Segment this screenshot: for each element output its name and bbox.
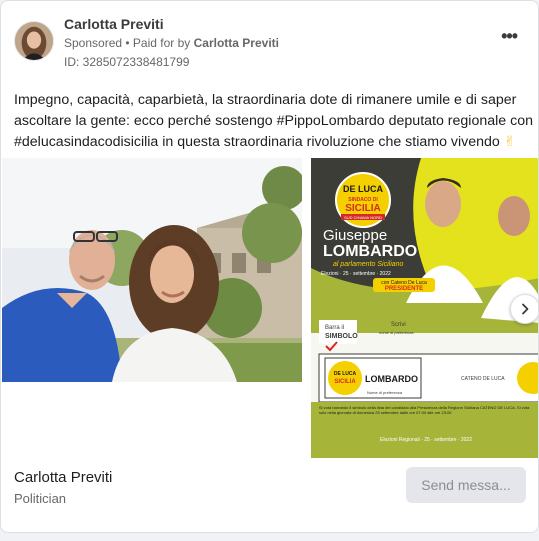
- more-horizontal-icon: •••: [501, 26, 518, 46]
- svg-text:DE LUCA: DE LUCA: [334, 371, 357, 377]
- ad-footer: Carlotta Previti Politician Send messa..…: [14, 467, 526, 517]
- poster-logo-strip: SUD CHIAMA NORD: [344, 215, 382, 220]
- paid-for-prefix: Paid for by: [132, 36, 194, 50]
- sponsored-label: Sponsored: [64, 36, 123, 50]
- post-body: Impegno, capacità, caparbietà, la straor…: [14, 92, 533, 150]
- carousel-card-poster[interactable]: DE LUCA SINDACO DI SICILIA SUD CHIAMA NO…: [311, 158, 538, 458]
- post-text: Impegno, capacità, caparbietà, la straor…: [14, 90, 534, 153]
- poster-ballot-right: CATENO DE LUCA: [461, 376, 505, 382]
- footer-page-name[interactable]: Carlotta Previti: [14, 469, 112, 486]
- poster-footer-note: Si vota barrando il simbolo della lista …: [319, 405, 530, 415]
- send-message-button[interactable]: Send messa...: [406, 467, 526, 503]
- poster-instr-barra: Barra il: [325, 325, 344, 331]
- footer-page-category: Politician: [14, 491, 67, 506]
- poster-tagline: al parlamento Siciliano: [333, 261, 404, 268]
- poster-ballot-name: LOMBARDO: [365, 374, 418, 384]
- avatar[interactable]: [14, 21, 54, 61]
- media-carousel[interactable]: DE LUCA SINDACO DI SICILIA SUD CHIAMA NO…: [2, 158, 538, 458]
- paid-for-name: Carlotta Previti: [193, 36, 279, 50]
- carousel-next-button[interactable]: [510, 294, 538, 324]
- poster-instr-scrivi: Scrivi: [391, 322, 406, 328]
- poster-logo-top: DE LUCA: [343, 184, 383, 194]
- avatar-portrait-image: [15, 22, 53, 60]
- ad-card: Carlotta Previti Sponsored • Paid for by…: [0, 0, 539, 533]
- poster-logo-bottom: SICILIA: [345, 203, 381, 214]
- poster-footer-date: Elezioni Regionali · 25 · settembre · 20…: [380, 437, 472, 443]
- advertiser-name[interactable]: Carlotta Previti: [64, 16, 164, 32]
- poster-badge-line2: PRESIDENTE: [385, 286, 423, 292]
- poster-ballot-sub: Nome di preferenza: [367, 390, 403, 395]
- ad-id: ID: 3285072338481799: [64, 55, 190, 69]
- poster-election-line: Elezioni · 25 · settembre · 2022: [321, 271, 391, 277]
- campaign-poster-image: DE LUCA SINDACO DI SICILIA SUD CHIAMA NO…: [311, 158, 538, 458]
- poster-candidate-last: LOMBARDO: [323, 243, 417, 260]
- chevron-right-icon: [522, 303, 529, 315]
- ad-header: Carlotta Previti Sponsored • Paid for by…: [14, 15, 525, 71]
- carousel-card-photo[interactable]: [2, 158, 302, 382]
- poster-candidate-first: Giuseppe: [323, 227, 387, 244]
- poster-instr-simbolo: SIMBOLO: [325, 333, 358, 340]
- poster-instr-scrivi-sub: nome di preferenza: [379, 330, 414, 335]
- meta-separator: •: [122, 36, 133, 50]
- more-options-button[interactable]: •••: [501, 27, 518, 45]
- selfie-photo-image: [2, 158, 302, 382]
- svg-text:SICILIA: SICILIA: [334, 379, 356, 385]
- sponsored-line: Sponsored • Paid for by Carlotta Previti: [64, 36, 279, 50]
- victory-hand-emoji: ✌: [503, 134, 516, 150]
